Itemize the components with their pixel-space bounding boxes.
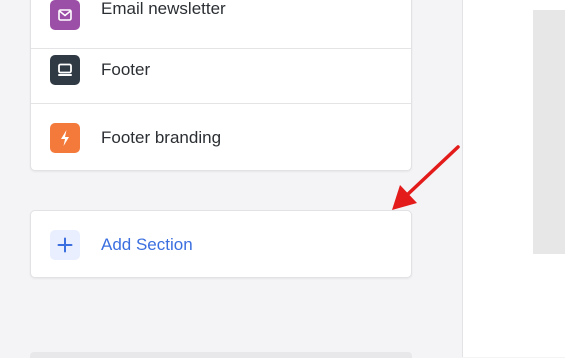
section-label: Email newsletter xyxy=(101,0,226,18)
section-row-footer-branding[interactable]: Footer branding xyxy=(31,104,411,170)
next-card-edge xyxy=(30,352,412,358)
footer-icon xyxy=(50,54,80,85)
lightning-icon xyxy=(50,123,80,153)
section-row-footer[interactable]: Footer xyxy=(31,36,411,104)
section-label: Footer xyxy=(101,59,151,79)
email-icon xyxy=(50,0,80,30)
sections-card: Email newsletter Footer Footer branding xyxy=(30,0,412,171)
red-arrow-icon xyxy=(392,145,460,210)
preview-placeholder xyxy=(533,10,565,254)
plus-icon xyxy=(50,230,80,260)
add-section-button[interactable]: Add Section xyxy=(30,210,412,278)
section-label: Footer branding xyxy=(101,128,222,147)
add-section-label: Add Section xyxy=(101,235,193,254)
